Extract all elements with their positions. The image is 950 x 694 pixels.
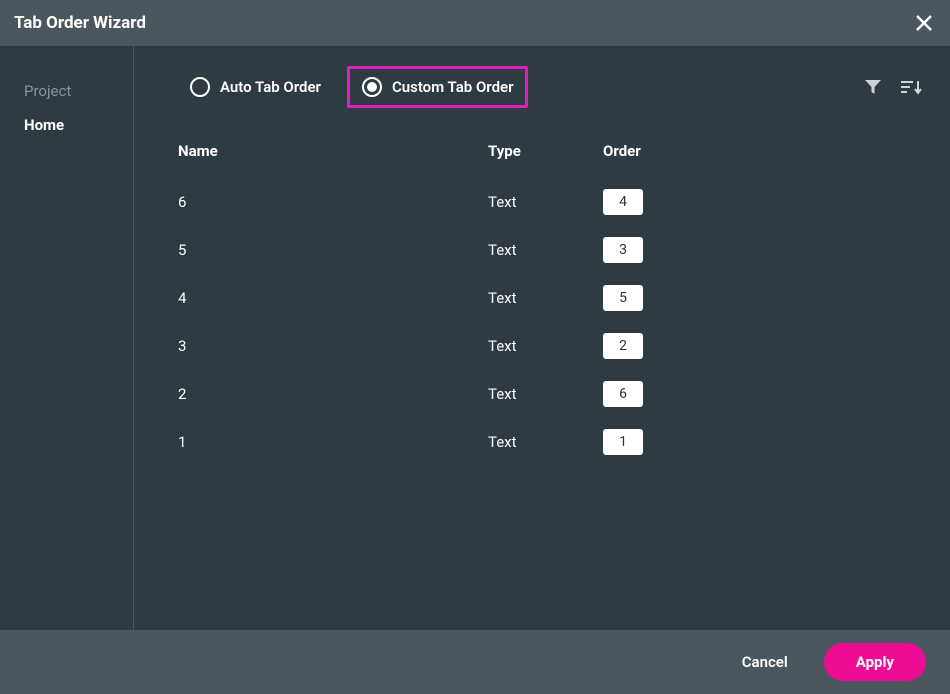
- mode-options: Auto Tab Order Custom Tab Order: [178, 66, 528, 108]
- cell-type: Text: [488, 385, 603, 403]
- cell-type: Text: [488, 193, 603, 211]
- table-body: 6 Text 5 Text 4 Text 3: [178, 178, 922, 466]
- cell-type: Text: [488, 433, 603, 451]
- radio-auto-tab-order[interactable]: Auto Tab Order: [178, 69, 333, 105]
- cell-type: Text: [488, 241, 603, 259]
- radio-icon: [362, 77, 382, 97]
- sidebar-item-home[interactable]: Home: [0, 108, 133, 142]
- radio-label: Auto Tab Order: [220, 78, 321, 96]
- order-input[interactable]: [603, 237, 643, 263]
- cell-order: [603, 285, 703, 311]
- main-panel: Auto Tab Order Custom Tab Order: [134, 46, 950, 630]
- radio-icon: [190, 77, 210, 97]
- cell-name: 1: [178, 433, 488, 451]
- table-row: 5 Text: [178, 226, 922, 274]
- close-button[interactable]: [912, 11, 936, 35]
- body-area: Project Home Auto Tab Order Custom Tab O…: [0, 46, 950, 630]
- order-input[interactable]: [603, 333, 643, 359]
- cell-order: [603, 429, 703, 455]
- cancel-button[interactable]: Cancel: [730, 645, 800, 679]
- table-row: 6 Text: [178, 178, 922, 226]
- radio-custom-tab-order[interactable]: Custom Tab Order: [347, 66, 529, 108]
- dialog-title: Tab Order Wizard: [14, 13, 146, 33]
- apply-button[interactable]: Apply: [824, 643, 926, 681]
- sidebar-item-project[interactable]: Project: [0, 74, 133, 108]
- close-icon: [915, 14, 933, 32]
- filter-button[interactable]: [864, 78, 882, 96]
- mode-row: Auto Tab Order Custom Tab Order: [178, 66, 922, 108]
- cell-order: [603, 333, 703, 359]
- table-row: 2 Text: [178, 370, 922, 418]
- table-header: Name Type Order: [178, 134, 922, 178]
- cell-order: [603, 381, 703, 407]
- radio-dot-icon: [367, 82, 377, 92]
- column-header-type: Type: [488, 142, 603, 160]
- cell-name: 6: [178, 193, 488, 211]
- cell-type: Text: [488, 289, 603, 307]
- cell-order: [603, 189, 703, 215]
- filter-icon: [864, 78, 882, 96]
- sidebar-item-label: Project: [24, 82, 71, 100]
- cell-name: 3: [178, 337, 488, 355]
- sidebar: Project Home: [0, 46, 134, 630]
- cell-type: Text: [488, 337, 603, 355]
- order-input[interactable]: [603, 429, 643, 455]
- order-input[interactable]: [603, 189, 643, 215]
- table-row: 1 Text: [178, 418, 922, 466]
- titlebar: Tab Order Wizard: [0, 0, 950, 46]
- footer: Cancel Apply: [0, 630, 950, 694]
- toolbar-icons: [864, 78, 922, 96]
- order-input[interactable]: [603, 381, 643, 407]
- cell-name: 2: [178, 385, 488, 403]
- column-header-order: Order: [603, 142, 703, 160]
- sidebar-item-label: Home: [24, 116, 64, 134]
- cell-name: 5: [178, 241, 488, 259]
- radio-label: Custom Tab Order: [392, 78, 514, 96]
- sort-button[interactable]: [900, 78, 922, 96]
- column-header-name: Name: [178, 142, 488, 160]
- table-row: 4 Text: [178, 274, 922, 322]
- cell-name: 4: [178, 289, 488, 307]
- cell-order: [603, 237, 703, 263]
- order-input[interactable]: [603, 285, 643, 311]
- sort-icon: [900, 78, 922, 96]
- table-row: 3 Text: [178, 322, 922, 370]
